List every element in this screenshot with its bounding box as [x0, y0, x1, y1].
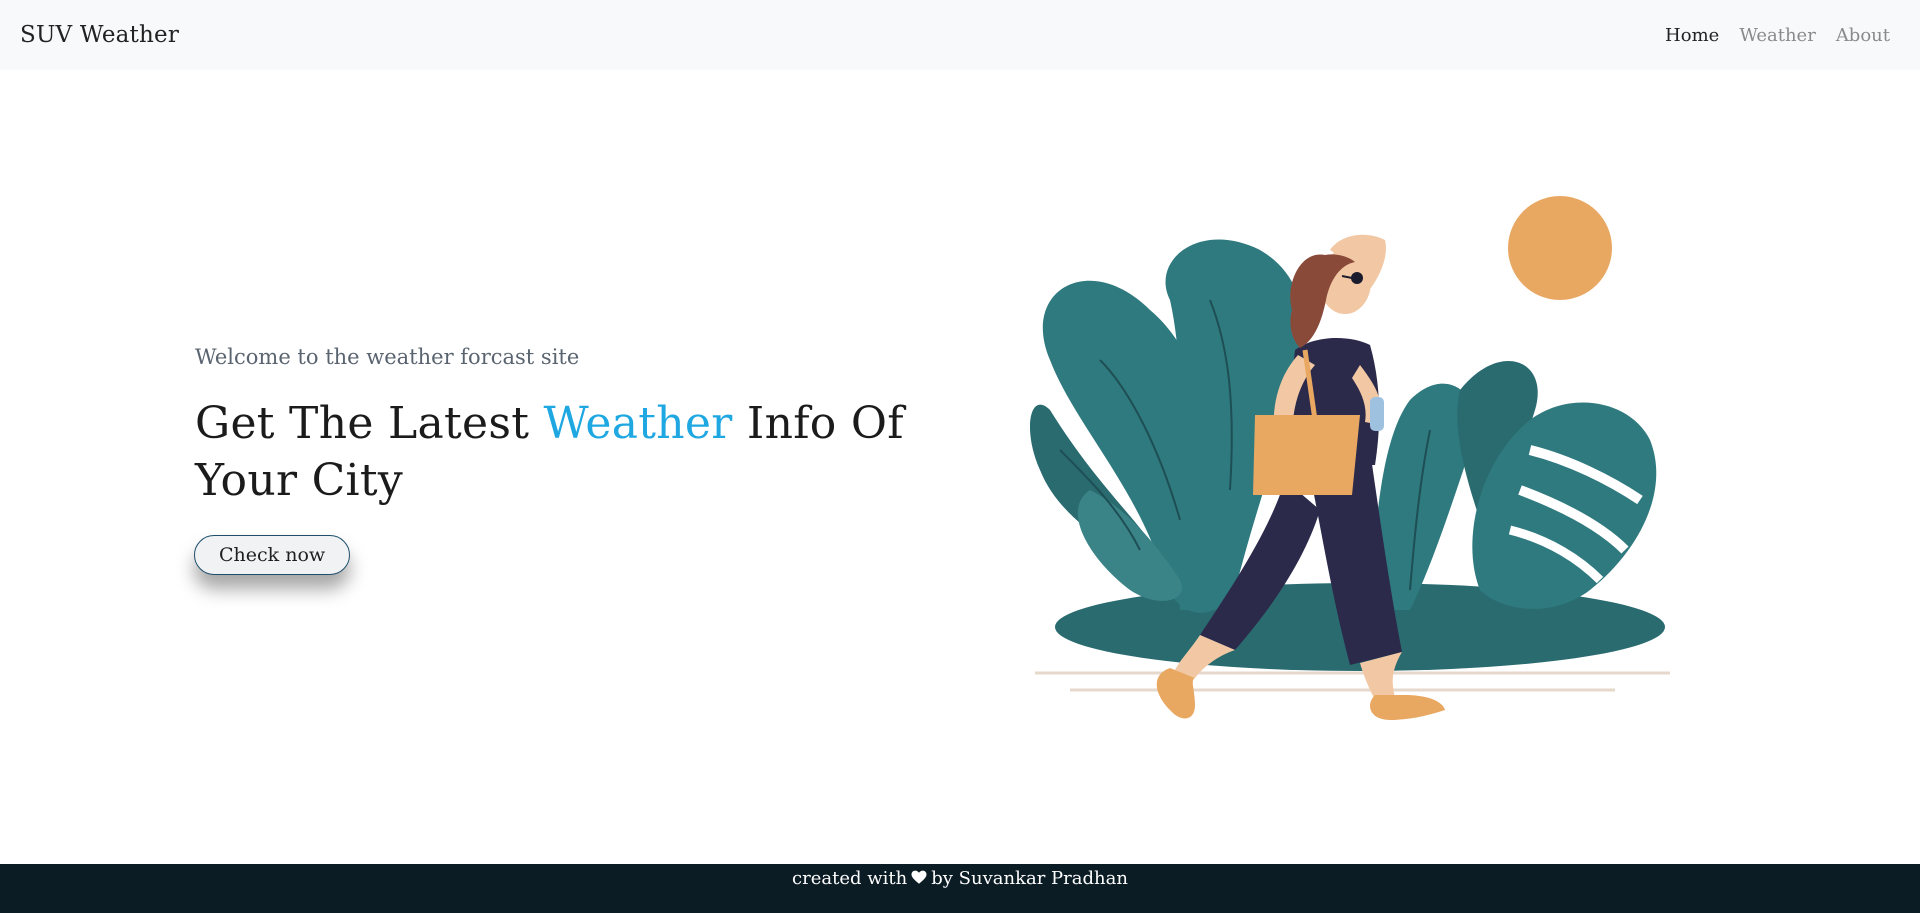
headline-part1: Get The Latest: [195, 398, 544, 449]
hero-text: Welcome to the weather forcast site Get …: [194, 345, 915, 575]
hero-headline: Get The Latest Weather Info Of Your City: [195, 395, 915, 509]
footer-prefix: created with: [792, 868, 908, 889]
footer-author: by Suvankar Pradhan: [931, 868, 1128, 889]
sunglasses-icon: [1351, 272, 1363, 284]
water-bottle: [1370, 397, 1384, 431]
navbar: SUV Weather Home Weather About: [0, 0, 1920, 70]
nav-link-about[interactable]: About: [1836, 25, 1890, 46]
heart-icon: [911, 870, 927, 884]
check-now-button[interactable]: Check now: [194, 535, 351, 575]
woman-walking-illustration: [1029, 190, 1680, 740]
illustration-svg: [1029, 196, 1670, 720]
headline-accent: Weather: [543, 398, 733, 449]
nav-links: Home Weather About: [1665, 25, 1900, 46]
footer: created with by Suvankar Pradhan: [0, 864, 1920, 913]
welcome-text: Welcome to the weather forcast site: [195, 345, 580, 369]
nav-link-home[interactable]: Home: [1665, 25, 1719, 46]
brand-logo-link[interactable]: SUV Weather: [20, 22, 179, 48]
tote-bag: [1253, 415, 1360, 495]
sun-shape: [1508, 196, 1612, 300]
shoe-right: [1370, 695, 1445, 720]
nav-link-weather[interactable]: Weather: [1739, 25, 1816, 46]
